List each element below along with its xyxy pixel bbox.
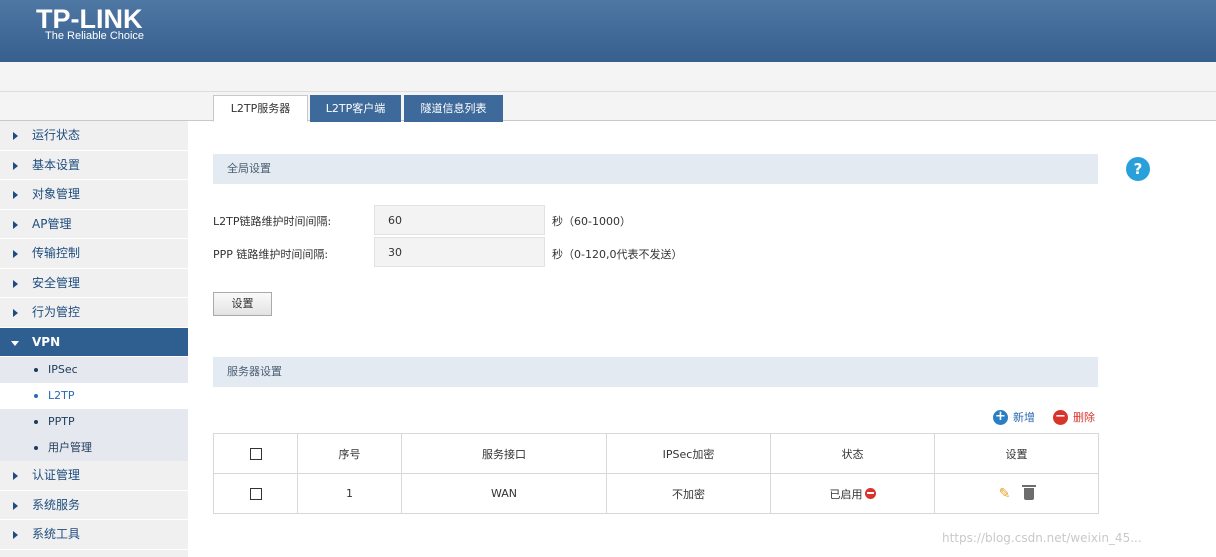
delete-label: 删除: [1073, 411, 1095, 424]
help-icon[interactable]: ?: [1126, 157, 1150, 181]
ppp-interval-input[interactable]: [374, 237, 545, 267]
app-header: TP-LINK The Reliable Choice: [0, 0, 1216, 62]
sidebar-subitem-label: L2TP: [48, 389, 75, 402]
sidebar-item-security[interactable]: 安全管理: [0, 268, 188, 298]
sidebar-item-label: 传输控制: [32, 246, 81, 260]
chevron-right-icon: [13, 279, 18, 288]
column-header: IPSec加密: [606, 433, 771, 474]
row-select-cell: [213, 473, 298, 514]
ppp-interval-hint: 秒（0-120,0代表不发送）: [552, 248, 683, 261]
disable-icon[interactable]: [864, 487, 876, 499]
chevron-right-icon: [13, 501, 18, 510]
brand-tagline: The Reliable Choice: [45, 30, 145, 42]
row-interface: WAN: [401, 473, 607, 514]
sidebar-item-label: 对象管理: [32, 187, 81, 201]
watermark: https://blog.csdn.net/weixin_45...: [942, 531, 1142, 545]
chevron-right-icon: [13, 531, 18, 539]
sidebar-subitem-label: 用户管理: [48, 441, 92, 454]
column-header: 设置: [934, 433, 1099, 474]
sidebar-item-label: 行为管控: [32, 305, 81, 319]
sidebar-subitem-ipsec[interactable]: IPSec: [0, 357, 188, 383]
tab-l2tp-client[interactable]: L2TP客户端: [310, 95, 401, 122]
sidebar-item-ap-management[interactable]: AP管理: [0, 209, 188, 239]
chevron-right-icon: [13, 161, 18, 170]
chevron-right-icon: [13, 472, 18, 480]
sidebar-item-transmission-control[interactable]: 传输控制: [0, 239, 188, 269]
sidebar-item-system-services[interactable]: 系统服务: [0, 490, 188, 520]
server-table: 序号 服务接口 IPSec加密 状态 设置 1 WAN 不加密 已启用 ✎: [213, 433, 1099, 514]
edit-icon[interactable]: ✎: [999, 486, 1011, 502]
chevron-down-icon: [11, 340, 19, 346]
table-row: 1 WAN 不加密 已启用 ✎: [213, 473, 1099, 514]
column-header: 服务接口: [401, 433, 607, 474]
tab-l2tp-server[interactable]: L2TP服务器: [213, 95, 308, 122]
sidebar-item-label: 系统服务: [32, 497, 81, 512]
sidebar-subitem-l2tp[interactable]: L2TP: [0, 383, 188, 409]
sidebar-item-basic-settings[interactable]: 基本设置: [0, 150, 188, 180]
l2tp-interval-hint: 秒（60-1000）: [552, 215, 631, 228]
minus-icon: −: [1053, 410, 1068, 425]
sidebar-subitem-label: IPSec: [48, 363, 78, 376]
header-band: [0, 62, 1216, 92]
sidebar-item-authentication[interactable]: 认证管理: [0, 461, 188, 491]
sidebar-item-vpn[interactable]: VPN: [0, 327, 188, 357]
sidebar-item-status[interactable]: 运行状态: [0, 121, 188, 151]
chevron-right-icon: [13, 220, 18, 229]
sidebar-item-object-management[interactable]: 对象管理: [0, 180, 188, 210]
sidebar: 运行状态 基本设置 对象管理 AP管理 传输控制 安全管理 行为管控 VPN I…: [0, 121, 188, 557]
server-settings-header: 服务器设置: [213, 357, 1098, 387]
add-label: 新增: [1013, 411, 1035, 424]
chevron-right-icon: [13, 250, 18, 258]
sidebar-subitem-label: PPTP: [48, 415, 75, 428]
column-header: 状态: [770, 433, 935, 474]
table-header-row: 序号 服务接口 IPSec加密 状态 设置: [213, 433, 1099, 474]
sidebar-item-label: 系统工具: [32, 527, 81, 541]
sidebar-subitem-user-management[interactable]: 用户管理: [0, 435, 188, 461]
apply-settings-button[interactable]: 设置: [213, 292, 272, 316]
sidebar-subitem-pptp[interactable]: PPTP: [0, 409, 188, 435]
sidebar-item-label: 运行状态: [32, 128, 81, 142]
sidebar-item-label: AP管理: [32, 216, 72, 231]
sidebar-item-behavior-control[interactable]: 行为管控: [0, 298, 188, 328]
sidebar-item-label: 基本设置: [32, 157, 81, 172]
row-status: 已启用: [829, 487, 863, 501]
column-header: 序号: [297, 433, 402, 474]
bullet-icon: [34, 420, 38, 424]
tab-bar: L2TP服务器 L2TP客户端 隧道信息列表: [0, 92, 1216, 122]
tab-tunnel-list[interactable]: 隧道信息列表: [404, 95, 503, 122]
chevron-right-icon: [13, 309, 18, 317]
chevron-right-icon: [13, 191, 18, 199]
bullet-icon: [34, 446, 38, 450]
l2tp-interval-input[interactable]: [374, 205, 545, 235]
row-checkbox[interactable]: [249, 488, 262, 500]
row-ipsec: 不加密: [606, 473, 771, 514]
select-all-cell: [213, 433, 298, 474]
row-status-cell: 已启用: [770, 473, 935, 514]
sidebar-item-label: VPN: [32, 334, 61, 349]
bullet-icon: [34, 394, 38, 398]
ppp-interval-label: PPP 链路维护时间间隔:: [213, 248, 329, 261]
row-actions-cell: ✎: [934, 473, 1099, 514]
bullet-icon: [34, 368, 38, 372]
sidebar-item-label: 认证管理: [32, 468, 81, 482]
sidebar-item-label: 安全管理: [32, 275, 81, 290]
chevron-right-icon: [13, 132, 18, 140]
global-settings-header: 全局设置: [213, 154, 1098, 184]
select-all-checkbox[interactable]: [249, 448, 262, 460]
plus-icon: +: [993, 410, 1008, 425]
row-index: 1: [297, 473, 402, 514]
trash-icon[interactable]: [1022, 484, 1037, 500]
sidebar-item-system-tools[interactable]: 系统工具: [0, 520, 188, 550]
l2tp-interval-label: L2TP链路维护时间间隔:: [213, 215, 332, 228]
